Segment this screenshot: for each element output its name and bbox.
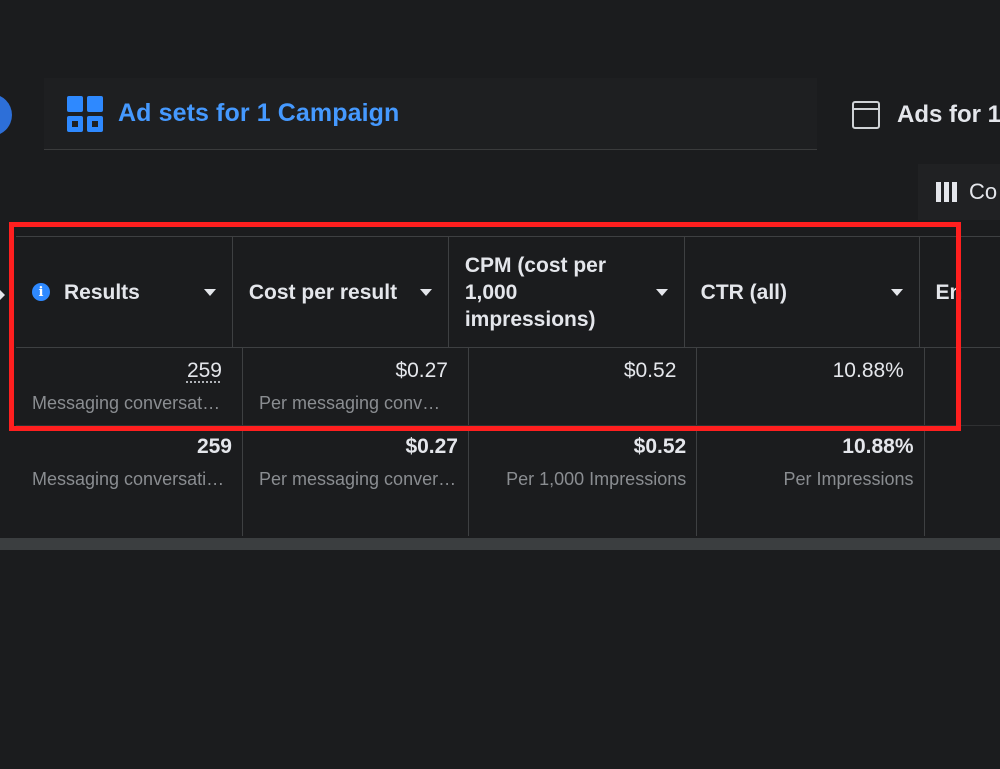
column-header-label: En <box>935 280 963 304</box>
cell-cost-per-result: $0.27 Per messaging conversation started <box>243 348 469 425</box>
table-row[interactable]: 259 Messaging conversations started $0.2… <box>16 348 1000 426</box>
column-header-label: Results <box>64 280 140 304</box>
total-cpm-subtext: Per 1,000 Impressions <box>506 469 687 489</box>
sort-caret-icon[interactable] <box>419 288 432 296</box>
columns-icon <box>936 182 957 202</box>
total-ctr-subtext: Per Impressions <box>783 469 914 489</box>
column-header-next[interactable]: En <box>920 237 1000 347</box>
table-total-row: 259 Messaging conversations started $0.2… <box>16 426 1000 536</box>
collapsed-column-caret-icon[interactable] <box>0 290 5 300</box>
columns-button[interactable]: Co <box>918 164 1000 220</box>
total-cost-per-result-subtext: Per messaging conversation started <box>259 469 458 489</box>
ads-window-icon <box>852 101 880 129</box>
results-value[interactable]: 259 <box>32 356 222 386</box>
columns-button-label: Co <box>969 179 998 204</box>
ad-sets-grid-icon <box>67 95 103 132</box>
tab-ad-sets[interactable]: Ad sets for 1 Campaign <box>44 78 817 150</box>
cell-results: 259 Messaging conversations started <box>16 348 243 425</box>
total-ctr: 10.88% Per Impressions <box>697 426 925 536</box>
column-header-label: Cost per result <box>248 280 398 304</box>
ads-data-table: i Results Cost per result CPM (cost per … <box>16 236 1000 536</box>
total-cost-per-result-value: $0.27 <box>405 435 458 458</box>
table-header-row: i Results Cost per result CPM (cost per … <box>16 236 1000 348</box>
sort-caret-icon[interactable] <box>203 288 216 296</box>
tab-ad-sets-label: Ad sets for 1 Campaign <box>118 99 400 127</box>
total-results: 259 Messaging conversations started <box>16 426 243 536</box>
column-header-results[interactable]: i Results <box>16 237 233 347</box>
cost-per-result-subtext: Per messaging conversation started <box>259 393 448 413</box>
total-cost-per-result: $0.27 Per messaging conversation started <box>243 426 469 536</box>
tab-ads[interactable]: Ads for 1 <box>832 82 1000 148</box>
total-results-subtext: Messaging conversations started <box>32 469 232 489</box>
ads-manager-page: Ad sets for 1 Campaign Ads for 1 Co i Re… <box>0 0 1000 769</box>
ctr-value: 10.88% <box>832 359 904 382</box>
column-header-ctr[interactable]: CTR (all) <box>685 237 920 347</box>
total-cpm: $0.52 Per 1,000 Impressions <box>469 426 698 536</box>
column-header-cpm[interactable]: CPM (cost per 1,000 impressions) <box>449 237 685 347</box>
column-header-cost-per-result[interactable]: Cost per result <box>233 237 449 347</box>
sort-caret-icon[interactable] <box>890 288 903 296</box>
info-icon[interactable]: i <box>32 283 50 301</box>
sort-caret-icon[interactable] <box>655 288 668 296</box>
results-subtext: Messaging conversations started <box>32 393 222 413</box>
cell-next <box>925 348 1000 425</box>
cost-per-result-value: $0.27 <box>395 359 448 382</box>
total-next <box>925 426 1000 536</box>
tab-ads-label: Ads for 1 <box>897 101 1000 128</box>
campaign-tab-indicator[interactable] <box>0 94 12 136</box>
cell-ctr: 10.88% <box>697 348 925 425</box>
column-header-label: CPM (cost per 1,000 impressions) <box>464 253 606 331</box>
total-cpm-value: $0.52 <box>633 435 687 458</box>
total-results-value: 259 <box>196 435 232 458</box>
total-ctr-value: 10.88% <box>842 435 914 458</box>
cpm-value: $0.52 <box>623 359 677 382</box>
cell-cpm: $0.52 <box>469 348 698 425</box>
horizontal-scrollbar[interactable] <box>0 538 1000 550</box>
column-header-label: CTR (all) <box>700 280 787 304</box>
